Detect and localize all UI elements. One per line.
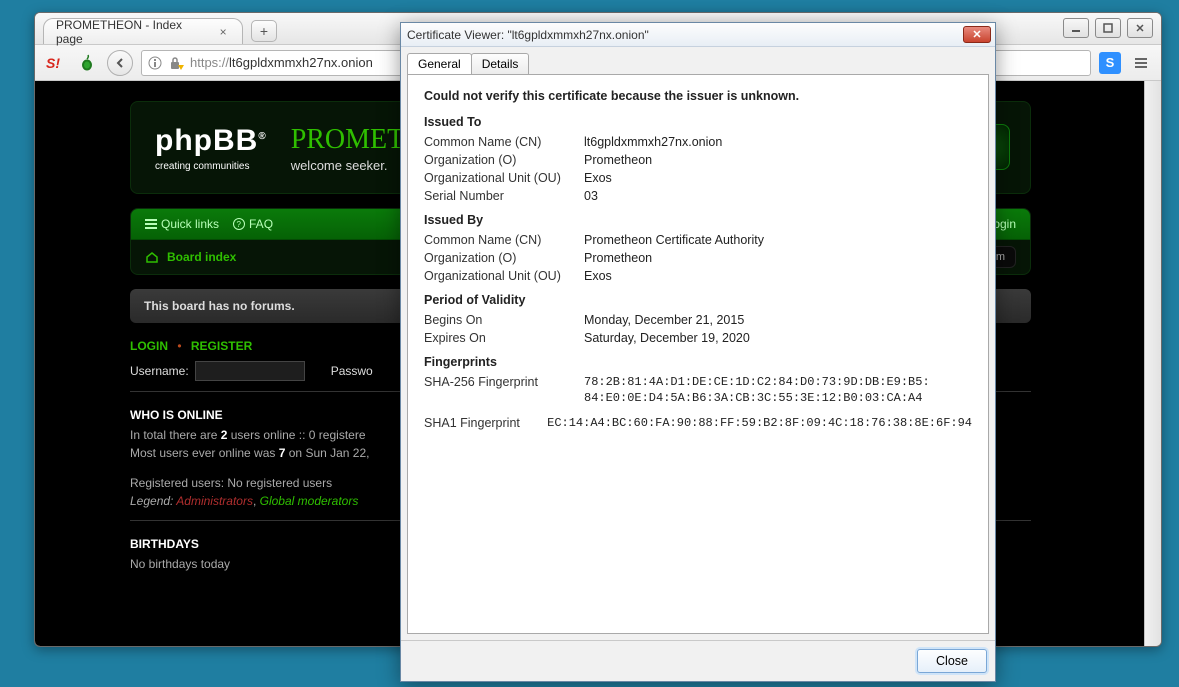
- username-label: Username:: [130, 364, 189, 378]
- legend-comma: ,: [253, 494, 260, 508]
- register-link[interactable]: REGISTER: [191, 339, 252, 353]
- issued-to-cn: lt6gpldxmmxh27nx.onion: [584, 135, 972, 149]
- tab-title: PROMETHEON - Index page: [56, 18, 208, 46]
- cert-body: Could not verify this certificate becaus…: [407, 74, 989, 634]
- online-text-2a: Most users ever online was: [130, 446, 279, 460]
- legend-mod[interactable]: Global moderators: [260, 494, 359, 508]
- url-domain: lt6gpldxmmxh27nx.onion: [229, 55, 373, 70]
- separator-dot: •: [177, 339, 181, 353]
- url-scheme: https://: [190, 55, 229, 70]
- issued-by-header: Issued By: [424, 213, 972, 227]
- window-controls: [1063, 18, 1153, 38]
- svg-text:S!: S!: [46, 55, 60, 71]
- begins-on: Monday, December 21, 2015: [584, 313, 972, 327]
- sha256-value: 78:2B:81:4A:D1:DE:CE:1D:C2:84:D0:73:9D:D…: [584, 375, 972, 406]
- faq-link[interactable]: ? FAQ: [233, 217, 273, 231]
- label-o: Organization (O): [424, 153, 584, 167]
- login-link[interactable]: LOGIN: [130, 339, 168, 353]
- board-index-link[interactable]: Board index: [167, 250, 236, 264]
- skype-icon[interactable]: S: [1099, 52, 1121, 74]
- tab-details[interactable]: Details: [471, 53, 530, 74]
- quick-links-label: Quick links: [161, 217, 219, 231]
- label-by-cn: Common Name (CN): [424, 233, 584, 247]
- scrollbar-down[interactable]: ▼: [1145, 630, 1161, 646]
- cert-tabs: GeneralDetails: [401, 47, 995, 74]
- issued-by-ou: Exos: [584, 269, 972, 283]
- online-text-1b: users online :: 0 registere: [227, 428, 365, 442]
- fingerprints-header: Fingerprints: [424, 355, 972, 369]
- cert-dialog-titlebar[interactable]: Certificate Viewer: "lt6gpldxmmxh27nx.on…: [401, 23, 995, 47]
- issued-to-serial: 03: [584, 189, 972, 203]
- label-expires: Expires On: [424, 331, 584, 345]
- cert-footer: Close: [401, 640, 995, 681]
- legend-admin[interactable]: Administrators: [176, 494, 253, 508]
- expires-on: Saturday, December 19, 2020: [584, 331, 972, 345]
- hamburger-icon: [145, 219, 157, 229]
- online-text-2b: on Sun Jan 22,: [285, 446, 369, 460]
- quick-links[interactable]: Quick links: [145, 217, 219, 231]
- active-tab[interactable]: PROMETHEON - Index page ×: [43, 18, 243, 44]
- tor-onion-icon[interactable]: [75, 51, 99, 75]
- login-label-top: ogin: [993, 217, 1016, 231]
- svg-text:?: ?: [237, 220, 242, 229]
- login-link-top[interactable]: ogin: [993, 217, 1016, 231]
- issued-to-ou: Exos: [584, 171, 972, 185]
- phpbb-logo-text: phpBB: [155, 124, 258, 157]
- legend-label: Legend:: [130, 494, 176, 508]
- cert-dialog-close-x[interactable]: ✕: [963, 26, 991, 43]
- cert-warning: Could not verify this certificate becaus…: [424, 89, 972, 103]
- label-by-o: Organization (O): [424, 251, 584, 265]
- label-serial: Serial Number: [424, 189, 584, 203]
- username-input[interactable]: [195, 361, 305, 381]
- sha1-value: EC:14:A4:BC:60:FA:90:88:FF:59:B2:8F:09:4…: [547, 416, 972, 432]
- label-sha256: SHA-256 Fingerprint: [424, 375, 584, 406]
- scrollbar-up[interactable]: ▲: [1145, 81, 1161, 97]
- label-begins: Begins On: [424, 313, 584, 327]
- cert-dialog-title: Certificate Viewer: "lt6gpldxmmxh27nx.on…: [407, 28, 649, 42]
- issued-by-o: Prometheon: [584, 251, 972, 265]
- noscript-icon[interactable]: S!: [43, 51, 67, 75]
- password-label: Passwo: [331, 364, 373, 378]
- home-icon: [145, 251, 159, 263]
- lock-warning-icon[interactable]: [168, 56, 184, 70]
- new-tab-button[interactable]: +: [251, 20, 277, 42]
- issued-by-cn: Prometheon Certificate Authority: [584, 233, 972, 247]
- close-button[interactable]: Close: [917, 649, 987, 673]
- faq-label: FAQ: [249, 217, 273, 231]
- tab-general[interactable]: General: [407, 53, 472, 74]
- scrollbar-thumb[interactable]: [1147, 99, 1159, 189]
- online-text-1a: In total there are: [130, 428, 221, 442]
- identity-icon[interactable]: [148, 56, 162, 70]
- trademark: ®: [258, 131, 266, 142]
- menu-button[interactable]: [1129, 51, 1153, 75]
- label-sha1: SHA1 Fingerprint: [424, 416, 547, 432]
- minimize-button[interactable]: [1063, 18, 1089, 38]
- issued-to-o: Prometheon: [584, 153, 972, 167]
- registered-users: Registered users: No registered users: [130, 476, 332, 490]
- label-ou: Organizational Unit (OU): [424, 171, 584, 185]
- label-by-ou: Organizational Unit (OU): [424, 269, 584, 283]
- phpbb-logo[interactable]: phpBB® creating communities: [155, 124, 267, 172]
- issued-to-header: Issued To: [424, 115, 972, 129]
- certificate-dialog: Certificate Viewer: "lt6gpldxmmxh27nx.on…: [400, 22, 996, 682]
- back-button[interactable]: [107, 50, 133, 76]
- maximize-button[interactable]: [1095, 18, 1121, 38]
- window-close-button[interactable]: [1127, 18, 1153, 38]
- tab-close-button[interactable]: ×: [216, 25, 230, 39]
- label-cn: Common Name (CN): [424, 135, 584, 149]
- validity-header: Period of Validity: [424, 293, 972, 307]
- question-icon: ?: [233, 218, 245, 230]
- phpbb-logo-sub: creating communities: [155, 161, 249, 172]
